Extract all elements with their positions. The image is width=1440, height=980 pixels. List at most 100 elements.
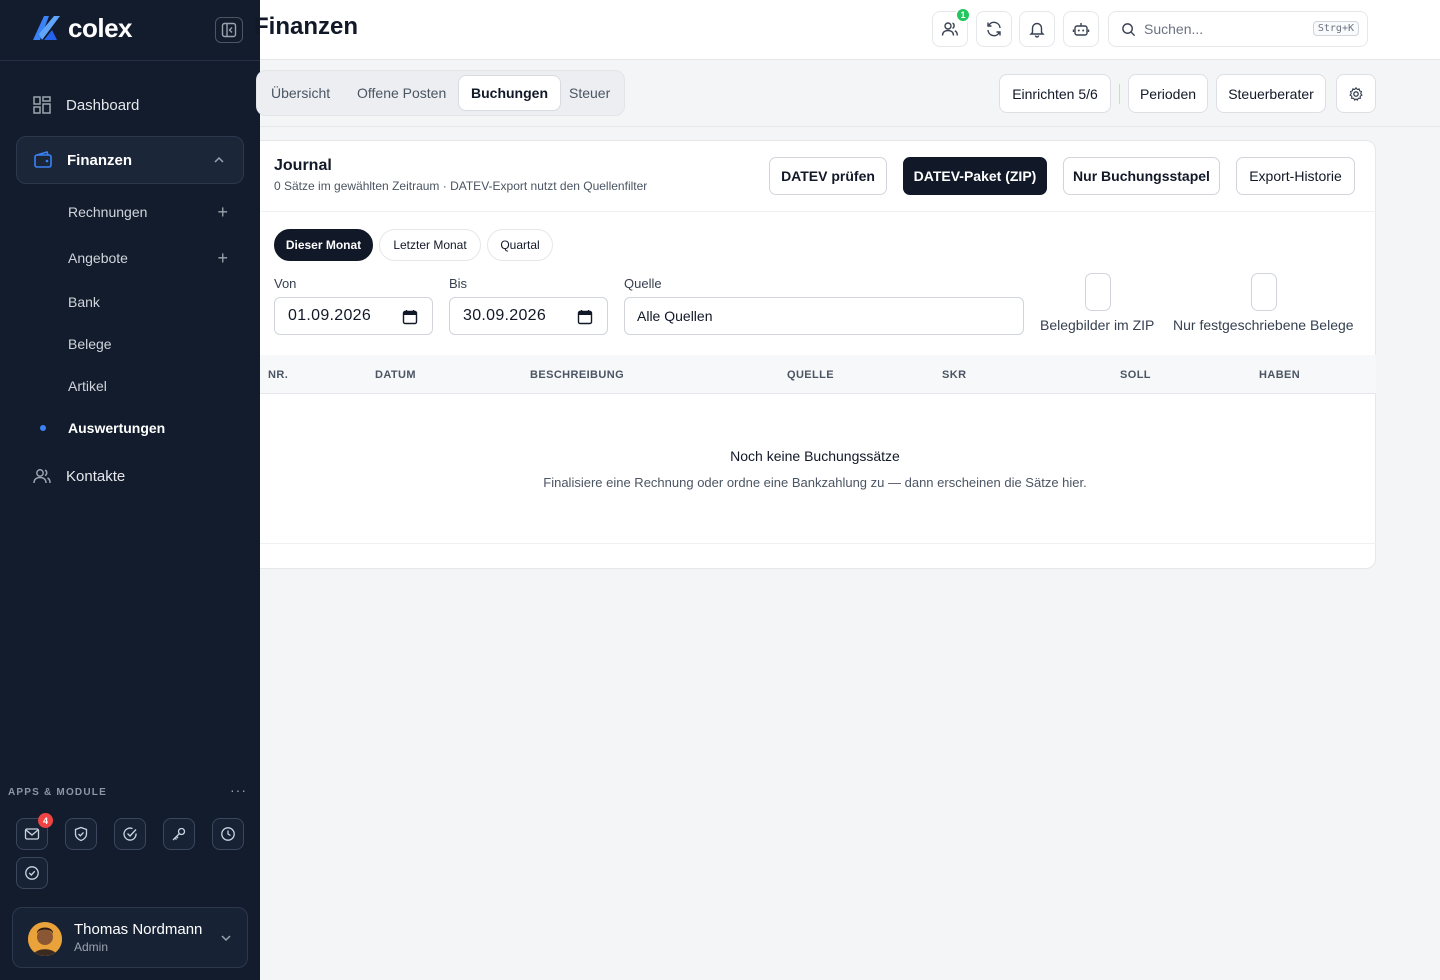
column-haben[interactable]: HABEN [1259, 369, 1300, 381]
tab-steuer[interactable]: Steuer [557, 75, 622, 111]
von-date-value: 01.09.2026 [288, 307, 372, 324]
quelle-value: Alle Quellen [637, 308, 713, 324]
von-label: Von [274, 276, 297, 291]
datev-pruefen-button[interactable]: DATEV prüfen [769, 157, 887, 195]
tab-uebersicht[interactable]: Übersicht [259, 75, 342, 111]
sidebar-subitem-label: Rechnungen [68, 204, 148, 220]
sidebar-subitem-label: Bank [68, 294, 100, 310]
sidebar-item-label: Kontakte [66, 467, 126, 485]
sidebar-subitem-label: Angebote [68, 250, 128, 266]
apps-section-title: APPS & MODULE [8, 787, 107, 798]
active-indicator-dot [40, 425, 46, 431]
sidebar-subitem-label: Belege [68, 336, 112, 352]
search-icon [1122, 22, 1136, 36]
app-mail-button[interactable]: 4 [16, 813, 53, 850]
team-badge: 1 [955, 7, 971, 23]
add-rechnung-icon[interactable]: + [217, 203, 228, 221]
mail-icon [24, 828, 40, 840]
sidebar-item-finanzen[interactable]: Finanzen [16, 136, 244, 184]
wallet-icon [34, 151, 52, 168]
add-angebot-icon[interactable]: + [217, 249, 228, 267]
check-circle-icon [25, 866, 39, 880]
app-time-button[interactable] [212, 818, 244, 850]
calendar-icon[interactable] [577, 309, 593, 325]
buchungsstapel-button[interactable]: Nur Buchungsstapel [1063, 157, 1220, 195]
app-keys-button[interactable] [163, 818, 195, 850]
mail-badge: 4 [38, 813, 53, 828]
more-icon[interactable]: ··· [230, 782, 247, 798]
steuerberater-button[interactable]: Steuerberater [1216, 74, 1326, 113]
datev-paket-button[interactable]: DATEV-Paket (ZIP) [903, 157, 1047, 195]
quelle-label: Quelle [624, 276, 662, 291]
belegbilder-checkbox[interactable] [1085, 273, 1111, 311]
calendar-icon[interactable] [402, 309, 418, 325]
sub-toolbar: Übersicht Offene Posten Buchungen Steuer… [256, 60, 1440, 127]
column-quelle[interactable]: QUELLE [787, 369, 834, 381]
journal-title: Journal [274, 157, 332, 174]
user-menu[interactable]: Thomas Nordmann Admin [12, 907, 248, 968]
sidebar-subitem-artikel[interactable]: Artikel [68, 378, 228, 394]
sidebar-subitem-bank[interactable]: Bank [68, 294, 228, 310]
avatar [28, 922, 62, 956]
brand-logo[interactable]: colex [30, 12, 133, 44]
festgeschrieben-label: Nur festgeschriebene Belege [1173, 317, 1354, 333]
empty-state-title: Noch keine Buchungssätze [730, 448, 900, 464]
toolbar-separator [1119, 84, 1120, 104]
user-name: Thomas Nordmann [74, 921, 203, 938]
von-date-input[interactable]: 01.09.2026 [274, 297, 433, 335]
brand-name: colex [68, 12, 133, 43]
clock-icon [221, 827, 235, 841]
bis-date-input[interactable]: 30.09.2026 [449, 297, 608, 335]
table-footer-divider [260, 543, 1376, 544]
perioden-button[interactable]: Perioden [1128, 74, 1208, 113]
chip-quartal[interactable]: Quartal [487, 229, 553, 261]
chip-dieser-monat[interactable]: Dieser Monat [274, 229, 373, 261]
quelle-select[interactable]: Alle Quellen [624, 297, 1024, 335]
chip-letzter-monat[interactable]: Letzter Monat [379, 229, 481, 261]
sidebar-subitem-auswertungen[interactable]: Auswertungen [68, 420, 228, 436]
search-input[interactable]: Suchen... Strg+K [1108, 11, 1368, 47]
app-approvals-button[interactable] [16, 857, 48, 889]
team-button[interactable]: 1 [932, 7, 971, 47]
sidebar-subitem-rechnungen[interactable]: Rechnungen + [68, 203, 228, 221]
bis-label: Bis [449, 276, 468, 291]
column-beschreibung[interactable]: BESCHREIBUNG [530, 369, 624, 381]
empty-state-subtitle: Finalisiere eine Rechnung oder ordne ein… [543, 475, 1087, 490]
sidebar: colex Dashboard Finanzen Rechnungen + An… [0, 0, 260, 980]
page-title: Finanzen [254, 13, 359, 40]
sidebar-subitem-angebote[interactable]: Angebote + [68, 249, 228, 267]
settings-button[interactable] [1336, 74, 1376, 113]
tab-bar: Übersicht Offene Posten Buchungen Steuer [256, 70, 625, 116]
export-historie-button[interactable]: Export-Historie [1236, 157, 1355, 195]
key-icon [172, 827, 186, 841]
festgeschrieben-checkbox[interactable] [1251, 273, 1277, 311]
sidebar-collapse-icon [221, 22, 237, 38]
sidebar-divider [0, 60, 260, 61]
chevron-down-icon[interactable] [220, 932, 232, 944]
sidebar-collapse-button[interactable] [215, 17, 243, 43]
app-tasks-button[interactable] [114, 818, 146, 850]
shield-check-icon [74, 826, 88, 842]
sidebar-item-dashboard[interactable]: Dashboard [16, 81, 244, 129]
tab-buchungen[interactable]: Buchungen [458, 75, 561, 111]
journal-card: Journal 0 Sätze im gewählten Zeitraum · … [260, 140, 1376, 569]
sidebar-item-label: Finanzen [67, 151, 133, 169]
sync-button[interactable] [976, 11, 1012, 47]
einrichten-button[interactable]: Einrichten 5/6 [999, 74, 1111, 113]
sidebar-item-kontakte[interactable]: Kontakte [16, 452, 244, 500]
sidebar-subitem-label: Artikel [68, 378, 107, 394]
column-skr[interactable]: SKR [942, 369, 966, 381]
top-bar: Finanzen 1 Suchen... Strg+K [254, 0, 1440, 60]
app-security-button[interactable] [65, 818, 97, 850]
column-soll[interactable]: SOLL [1120, 369, 1151, 381]
chevron-up-icon[interactable] [213, 154, 225, 166]
colex-logo-icon [33, 16, 60, 40]
assistant-button[interactable] [1063, 11, 1099, 47]
sidebar-subitem-belege[interactable]: Belege [68, 336, 228, 352]
bot-icon [1072, 23, 1090, 36]
column-nr[interactable]: NR. [268, 369, 288, 381]
tab-offene-posten[interactable]: Offene Posten [345, 75, 458, 111]
avatar-image-icon [28, 922, 62, 956]
notifications-button[interactable] [1019, 11, 1055, 47]
column-datum[interactable]: DATUM [375, 369, 416, 381]
